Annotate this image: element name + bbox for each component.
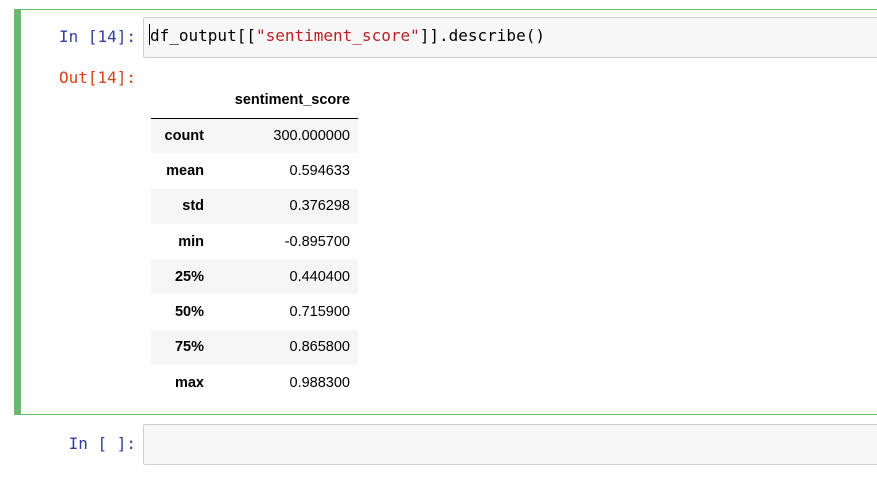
code-string-literal: "sentiment_score"	[255, 26, 420, 45]
output-prompt: Out[14]:	[58, 68, 136, 87]
row-value: 0.440400	[289, 268, 350, 285]
table-row: std 0.376298	[151, 188, 358, 224]
code-suffix: ]].describe()	[419, 26, 545, 45]
table-row: 75% 0.865800	[151, 329, 358, 366]
input-prompt-empty: In [ ]:	[68, 434, 136, 453]
row-value: -0.895700	[284, 233, 350, 250]
table-row: min -0.895700	[151, 224, 358, 259]
table-row: 50% 0.715900	[151, 294, 358, 329]
input-prompt: In [14]:	[58, 27, 136, 46]
row-value: 0.594633	[289, 162, 350, 179]
code-text: df_output[["sentiment_score"]].describe(…	[150, 26, 545, 45]
table-column-header: sentiment_score	[212, 82, 358, 119]
code-input-editor[interactable]: df_output[["sentiment_score"]].describe(…	[143, 17, 877, 58]
row-label: std	[182, 198, 204, 215]
table-row: mean 0.594633	[151, 153, 358, 188]
row-value: 300.000000	[273, 127, 350, 144]
row-label: min	[178, 233, 204, 250]
code-input-editor-empty[interactable]	[143, 424, 877, 465]
selection-bar	[14, 9, 21, 415]
row-value: 0.715900	[289, 304, 350, 321]
row-label: 75%	[174, 339, 204, 356]
row-value: 0.988300	[289, 374, 350, 391]
row-label: count	[164, 127, 204, 144]
table-row: 25% 0.440400	[151, 259, 358, 295]
table-index-header	[151, 82, 212, 119]
code-cell-selected[interactable]	[14, 9, 877, 415]
row-label: 25%	[174, 268, 204, 285]
table-row: count 300.000000	[151, 118, 358, 154]
row-value: 0.865800	[289, 339, 350, 356]
row-value: 0.376298	[289, 198, 350, 215]
row-label: max	[174, 374, 204, 391]
table-header-row: sentiment_score	[151, 82, 358, 119]
code-prefix: df_output[[	[150, 26, 256, 45]
row-label: mean	[166, 162, 204, 179]
row-label: 50%	[174, 304, 204, 321]
dataframe-output-table: sentiment_score count 300.000000 mean 0.…	[151, 82, 358, 400]
table-row: max 0.988300	[151, 365, 358, 400]
